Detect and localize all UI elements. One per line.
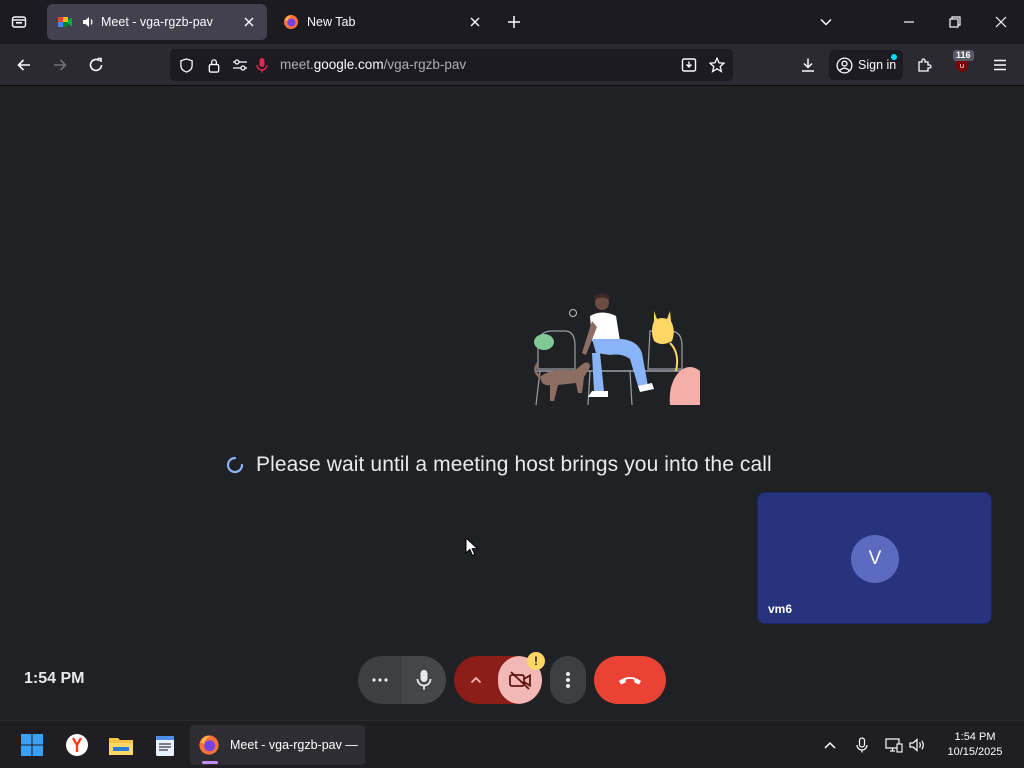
windows-start-icon[interactable] xyxy=(17,730,47,760)
downloads-icon[interactable] xyxy=(796,53,820,77)
microphone-in-use-icon[interactable] xyxy=(254,57,270,73)
waiting-illustration xyxy=(534,293,700,406)
close-tab-icon[interactable] xyxy=(467,14,483,30)
camera-warning-badge[interactable]: ! xyxy=(527,652,545,670)
self-view-tile[interactable]: V vm6 xyxy=(757,492,992,624)
windows-taskbar: Meet - vga-rgzb-pav — 1:54 PM 10/15/2025 xyxy=(0,720,1024,768)
meet-waiting-room: Please wait until a meeting host brings … xyxy=(0,86,1024,720)
taskbar-clock[interactable]: 1:54 PM 10/15/2025 xyxy=(940,730,1010,760)
camera-off-icon xyxy=(509,671,531,690)
permissions-sliders-icon[interactable] xyxy=(232,57,248,73)
firefox-icon xyxy=(283,14,299,30)
hamburger-menu-icon[interactable] xyxy=(988,53,1012,77)
mouse-cursor-icon xyxy=(465,537,479,557)
url-path: /vga-rgzb-pav xyxy=(383,57,467,72)
microphone-button[interactable] xyxy=(402,656,446,704)
new-tab-plus-icon[interactable] xyxy=(503,11,525,33)
tracking-protection-shield-icon[interactable] xyxy=(178,57,194,73)
reactions-more-button[interactable] xyxy=(358,656,402,704)
tab-meet[interactable]: Meet - vga-rgzb-pav xyxy=(47,4,267,40)
extension-count-badge: 116 xyxy=(953,50,974,61)
active-app-indicator xyxy=(202,761,218,764)
notification-dot xyxy=(891,54,897,60)
minimize-icon[interactable] xyxy=(898,11,920,33)
firefox-icon xyxy=(198,734,220,756)
firefox-view-icon[interactable] xyxy=(8,11,30,33)
tab-new-tab[interactable]: New Tab xyxy=(273,4,493,40)
meeting-clock: 1:54 PM xyxy=(24,670,85,687)
participant-avatar: V xyxy=(851,535,899,583)
loading-spinner-icon xyxy=(226,456,244,474)
speaker-playing-icon[interactable] xyxy=(81,15,95,29)
lock-icon[interactable] xyxy=(206,57,222,73)
more-and-mic-group xyxy=(358,656,446,704)
tab-strip: Meet - vga-rgzb-pav New Tab xyxy=(0,0,1024,44)
microphone-icon xyxy=(416,670,432,690)
account-avatar-icon xyxy=(836,56,853,74)
hang-up-phone-icon xyxy=(619,677,641,685)
extensions-puzzle-icon[interactable] xyxy=(912,53,936,77)
taskbar-app-title: Meet - vga-rgzb-pav — xyxy=(230,738,358,752)
taskbar-date: 10/15/2025 xyxy=(947,746,1003,758)
forward-arrow-icon[interactable] xyxy=(48,53,72,77)
yandex-browser-icon[interactable] xyxy=(62,730,92,760)
google-meet-icon xyxy=(57,14,73,30)
navigation-toolbar: meet.google.com/vga-rgzb-pav Sign in u 1… xyxy=(0,44,1024,86)
tab-title: Meet - vga-rgzb-pav xyxy=(101,15,213,29)
camera-options-button[interactable] xyxy=(454,656,498,704)
address-bar[interactable]: meet.google.com/vga-rgzb-pav xyxy=(170,49,733,81)
taskbar-time: 1:54 PM xyxy=(954,731,996,743)
close-window-icon[interactable] xyxy=(990,11,1012,33)
vertical-dots-icon xyxy=(566,672,570,688)
sign-in-label: Sign in xyxy=(858,58,897,72)
notepad-icon[interactable] xyxy=(150,730,180,760)
sign-in-button[interactable]: Sign in xyxy=(829,50,903,80)
reload-icon[interactable] xyxy=(84,53,108,77)
leave-call-button[interactable] xyxy=(594,656,666,704)
url-prefix: meet. xyxy=(280,57,314,72)
chevron-up-icon xyxy=(470,676,482,684)
url-text[interactable]: meet.google.com/vga-rgzb-pav xyxy=(280,57,466,72)
restore-icon[interactable] xyxy=(944,11,966,33)
back-arrow-icon[interactable] xyxy=(12,53,36,77)
participant-name: vm6 xyxy=(768,602,793,616)
save-to-pocket-icon[interactable] xyxy=(681,57,697,73)
waiting-status: Please wait until a meeting host brings … xyxy=(226,451,772,479)
more-options-button[interactable] xyxy=(550,656,586,704)
show-hidden-icons-chevron-icon[interactable] xyxy=(820,735,840,755)
network-icon[interactable] xyxy=(884,735,904,755)
taskbar-firefox-app[interactable]: Meet - vga-rgzb-pav — xyxy=(190,725,365,765)
file-explorer-icon[interactable] xyxy=(106,730,136,760)
url-host: google.com xyxy=(313,57,384,72)
ellipsis-icon xyxy=(372,678,388,682)
microphone-tray-icon[interactable] xyxy=(852,735,872,755)
volume-icon[interactable] xyxy=(907,735,927,755)
bookmark-star-icon[interactable] xyxy=(709,57,725,73)
close-tab-icon[interactable] xyxy=(241,14,257,30)
tab-title: New Tab xyxy=(307,15,356,29)
waiting-message: Please wait until a meeting host brings … xyxy=(256,453,772,476)
list-all-tabs-chevron-icon[interactable] xyxy=(815,11,837,33)
svg-text:u: u xyxy=(960,62,964,70)
